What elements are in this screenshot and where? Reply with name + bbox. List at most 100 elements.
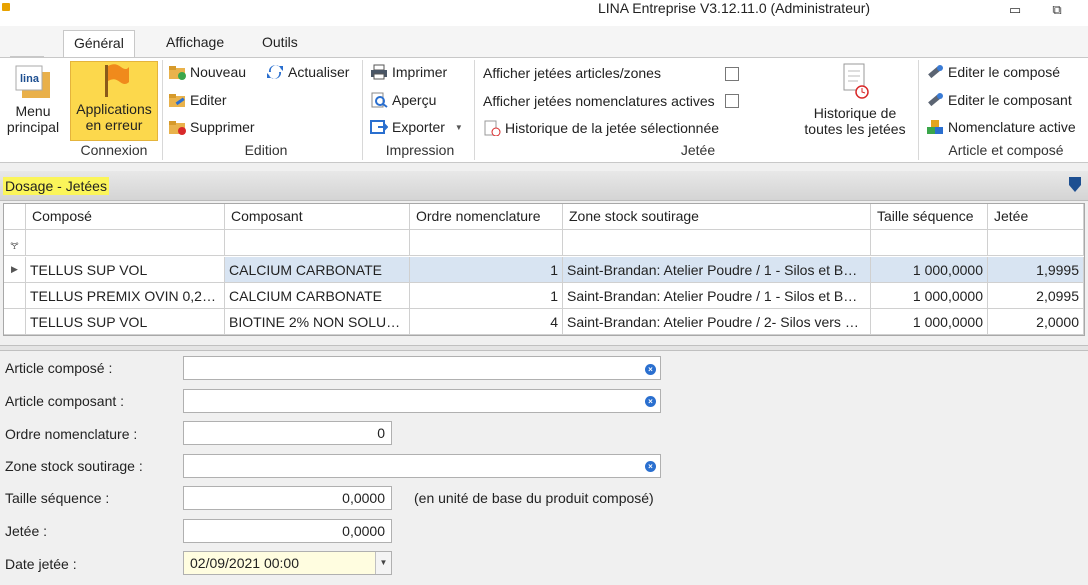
apercu-button[interactable]: Aperçu (370, 92, 436, 108)
afficher-jetees-nomenclatures-label: Afficher jetées nomenclatures actives (483, 93, 715, 109)
group-separator (918, 60, 919, 160)
table-cell-composant[interactable]: CALCIUM CARBONATE (225, 283, 410, 309)
clear-icon[interactable]: × (645, 461, 656, 472)
exporter-dropdown-icon[interactable]: ▼ (455, 123, 463, 132)
table-cell-composant[interactable]: BIOTINE 2% NON SOLUBLE (225, 309, 410, 335)
column-header-taille[interactable]: Taille séquence (871, 204, 988, 230)
filter-cell-ordre[interactable] (410, 230, 563, 256)
ordre-nomenclature-field[interactable]: 0 (183, 421, 392, 445)
detail-form: Article composé : × Article composant : … (0, 351, 1088, 585)
printer-icon (370, 64, 388, 80)
ribbon-tabs: Général Affichage Outils (0, 26, 1088, 82)
table-cell-compose[interactable]: TELLUS SUP VOL (26, 309, 225, 335)
taille-sequence-field[interactable]: 0,0000 (183, 486, 392, 510)
grid-header-gutter (4, 204, 26, 230)
group-separator (162, 60, 163, 160)
table-cell-zone[interactable]: Saint-Brandan: Atelier Poudre / 2- Silos… (563, 309, 871, 335)
filter-cell-jetee[interactable] (988, 230, 1084, 256)
article-composant-label: Article composant : (5, 393, 125, 409)
folder-edit-icon (168, 92, 186, 108)
clear-icon[interactable]: × (645, 396, 656, 407)
table-cell-compose[interactable]: TELLUS PREMIX OVIN 0,25% (26, 283, 225, 309)
tab-outils[interactable]: Outils (252, 30, 308, 58)
filter-cell-taille[interactable] (871, 230, 988, 256)
date-jetee-label: Date jetée : (5, 556, 77, 572)
afficher-jetees-nomenclatures-checkbox[interactable] (725, 94, 739, 108)
jetee-label: Jetée : (5, 523, 48, 539)
actualiser-label: Actualiser (288, 64, 350, 80)
svg-text:lina: lina (20, 73, 40, 85)
jetee-field[interactable]: 0,0000 (183, 519, 392, 543)
editer-composant-button[interactable]: Editer le composant (926, 92, 1072, 108)
restore-button[interactable]: ⧉ (1046, 2, 1068, 20)
editer-button[interactable]: Editer (168, 92, 227, 108)
row-gutter (4, 283, 26, 309)
supprimer-button[interactable]: Supprimer (168, 119, 255, 135)
folder-delete-icon (168, 119, 186, 135)
app-icon (2, 3, 10, 11)
historique-toutes-jetees-button[interactable]: Historique de toutes les jetées (800, 62, 910, 142)
table-cell-zone[interactable]: Saint-Brandan: Atelier Poudre / 1 - Silo… (563, 283, 871, 309)
filter-cell-zone[interactable] (563, 230, 871, 256)
historique-jetee-selection-button[interactable]: Historique de la jetée sélectionnée (483, 120, 719, 137)
table-cell-composant[interactable]: CALCIUM CARBONATE (225, 257, 410, 283)
table-cell-compose[interactable]: TELLUS SUP VOL (26, 257, 225, 283)
menu-principal-button[interactable]: lina Menu principal (2, 64, 64, 142)
tab-affichage[interactable]: Affichage (156, 30, 234, 58)
afficher-jetees-articles-checkbox[interactable] (725, 67, 739, 81)
group-connexion-label: Connexion (80, 142, 148, 158)
apps-label-1: Applications (76, 101, 152, 117)
group-impression-label: Impression (385, 142, 455, 158)
column-header-jetee[interactable]: Jetée (988, 204, 1084, 230)
date-jetee-value: 02/09/2021 00:00 (190, 555, 299, 571)
edit-pencil-icon (926, 92, 944, 108)
history-document-icon (483, 120, 501, 137)
table-cell-taille[interactable]: 1 000,0000 (871, 309, 988, 335)
article-compose-field[interactable] (183, 356, 661, 380)
filter-cell-compose[interactable] (26, 230, 225, 256)
title-bar: LINA Entreprise V3.12.11.0 (Administrate… (0, 0, 1088, 26)
date-jetee-field[interactable]: 02/09/2021 00:00 ▼ (183, 551, 392, 575)
table-cell-ordre[interactable]: 4 (410, 309, 563, 335)
table-cell-taille[interactable]: 1 000,0000 (871, 257, 988, 283)
table-cell-ordre[interactable]: 1 (410, 283, 563, 309)
refresh-icon (266, 64, 284, 80)
group-separator (474, 60, 475, 160)
group-separator (362, 60, 363, 160)
actualiser-button[interactable]: Actualiser (266, 64, 349, 80)
nouveau-button[interactable]: Nouveau (168, 64, 246, 80)
table-cell-jetee[interactable]: 2,0995 (988, 283, 1084, 309)
column-header-compose[interactable]: Composé (26, 204, 225, 230)
table-cell-jetee[interactable]: 2,0000 (988, 309, 1084, 335)
section-header: Dosage - Jetées (0, 171, 1088, 201)
article-composant-field[interactable] (183, 389, 661, 413)
imprimer-button[interactable]: Imprimer (370, 64, 447, 80)
window-title: LINA Entreprise V3.12.11.0 (Administrate… (598, 0, 871, 16)
clear-icon[interactable]: × (645, 364, 656, 375)
group-edition-label: Edition (244, 142, 288, 158)
zone-stock-field[interactable] (183, 454, 661, 478)
column-header-composant[interactable]: Composant (225, 204, 410, 230)
filter-pin-icon[interactable] (1068, 176, 1082, 194)
applications-en-erreur-button[interactable]: Applications en erreur (70, 61, 158, 141)
column-header-zone[interactable]: Zone stock soutirage (563, 204, 871, 230)
article-compose-label: Article composé : (5, 360, 113, 376)
menu-label-1: Menu (15, 103, 51, 119)
editer-compose-label: Editer le composé (948, 64, 1061, 80)
exporter-button[interactable]: Exporter ▼ (370, 119, 463, 135)
date-dropdown-icon[interactable]: ▼ (375, 552, 391, 574)
filter-row-icon: 🝖 (4, 230, 26, 256)
table-cell-ordre[interactable]: 1 (410, 257, 563, 283)
group-article-label: Article et composé (948, 142, 1064, 158)
column-header-ordre[interactable]: Ordre nomenclature (410, 204, 563, 230)
table-cell-taille[interactable]: 1 000,0000 (871, 283, 988, 309)
table-cell-jetee[interactable]: 1,9995 (988, 257, 1084, 283)
filter-cell-composant[interactable] (225, 230, 410, 256)
tab-general[interactable]: Général (63, 30, 135, 58)
editer-label: Editer (190, 92, 227, 108)
table-cell-zone[interactable]: Saint-Brandan: Atelier Poudre / 1 - Silo… (563, 257, 871, 283)
nomenclature-active-button[interactable]: Nomenclature active (926, 119, 1076, 135)
editer-compose-button[interactable]: Editer le composé (926, 64, 1060, 80)
minimize-button[interactable]: ▭ (1004, 2, 1026, 20)
taille-sequence-label: Taille séquence : (5, 490, 110, 506)
